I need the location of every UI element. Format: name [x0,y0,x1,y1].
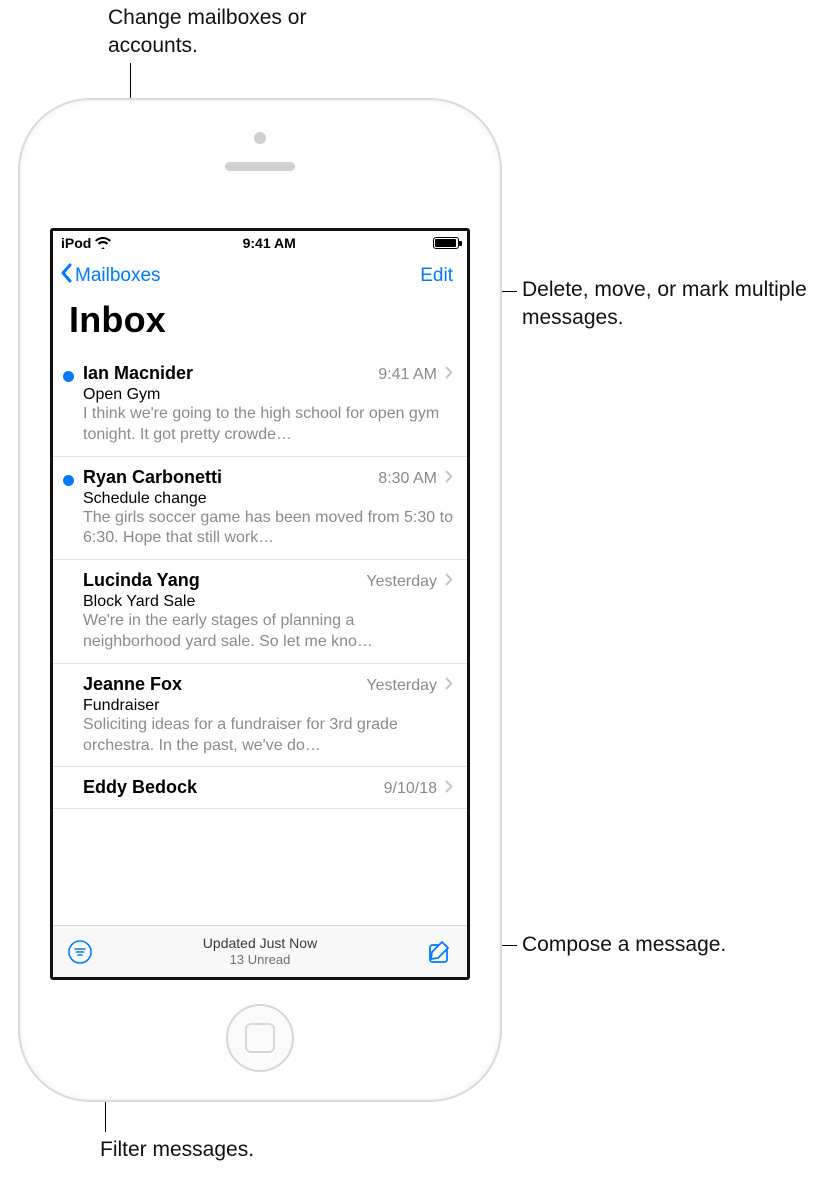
mail-item[interactable]: Lucinda Yang Yesterday Block Yard SaleWe'r… [53,560,467,664]
mail-item[interactable]: Ryan Carbonetti 8:30 AM Schedule changeThe… [53,457,467,561]
mail-item[interactable]: Ian Macnider 9:41 AM Open GymI think we're… [53,353,467,457]
compose-button[interactable] [427,939,453,965]
mail-meta: 8:30 AM [378,470,453,488]
mail-meta: Yesterday [366,677,453,695]
mail-sender: Jeanne Fox [83,674,182,695]
mail-meta: 9:41 AM [378,366,453,384]
ipod-device: iPod 9:41 AM Mailboxes Edit Inbox Ian [20,100,500,1100]
mail-subject: Schedule change [83,490,453,508]
toolbar-status: Updated Just Now 13 Unread [203,935,317,969]
unread-dot-icon [63,371,74,382]
status-bar: iPod 9:41 AM [53,231,467,255]
mailboxes-back-button[interactable]: Mailboxes [59,263,161,289]
chevron-right-icon [445,470,453,488]
mail-item[interactable]: Eddy Bedock 9/10/18 [53,767,467,809]
speaker-grille [225,162,295,171]
mail-time: 8:30 AM [378,470,437,488]
mail-list[interactable]: Ian Macnider 9:41 AM Open GymI think we're… [53,353,467,925]
filter-button[interactable] [67,939,93,965]
mail-subject: Open Gym [83,386,453,404]
mail-preview: I think we're going to the high school f… [83,404,453,446]
chevron-left-icon [59,263,73,289]
callout-filter: Filter messages. [100,1136,254,1164]
nav-bar: Mailboxes Edit [53,255,467,293]
chevron-right-icon [445,366,453,384]
mail-header-row: Ian Macnider 9:41 AM [83,363,453,384]
callout-compose: Compose a message. [522,931,726,959]
mail-header-row: Eddy Bedock 9/10/18 [83,777,453,798]
screen: iPod 9:41 AM Mailboxes Edit Inbox Ian [50,228,470,980]
chevron-right-icon [445,573,453,591]
mail-time: 9/10/18 [384,780,437,798]
page-title: Inbox [53,293,467,353]
chevron-right-icon [445,677,453,695]
mail-sender: Lucinda Yang [83,570,200,591]
mail-meta: Yesterday [366,573,453,591]
unread-count: 13 Unread [203,952,317,968]
clock: 9:41 AM [243,235,296,251]
front-camera [254,132,266,144]
mail-preview: The girls soccer game has been moved fro… [83,508,453,550]
mail-item[interactable]: Jeanne Fox Yesterday FundraiserSoliciting … [53,664,467,768]
mail-preview: Soliciting ideas for a fundraiser for 3r… [83,715,453,757]
unread-dot-icon [63,475,74,486]
callout-edit: Delete, move, or mark multiple messages. [522,276,812,333]
mail-sender: Eddy Bedock [83,777,197,798]
toolbar: Updated Just Now 13 Unread [53,925,467,977]
mail-sender: Ryan Carbonetti [83,467,222,488]
carrier-label: iPod [61,235,91,251]
mail-subject: Block Yard Sale [83,593,453,611]
mail-header-row: Jeanne Fox Yesterday [83,674,453,695]
callout-mailboxes: Change mailboxes or accounts. [108,4,318,61]
updated-label: Updated Just Now [203,935,317,953]
mail-subject: Fundraiser [83,697,453,715]
mail-header-row: Ryan Carbonetti 8:30 AM [83,467,453,488]
mail-header-row: Lucinda Yang Yesterday [83,570,453,591]
edit-button[interactable]: Edit [420,265,453,287]
home-button[interactable] [226,1004,294,1072]
mail-meta: 9/10/18 [384,780,453,798]
battery-icon [433,237,459,249]
chevron-right-icon [445,780,453,798]
wifi-icon [95,237,111,249]
back-label: Mailboxes [75,265,161,287]
mail-preview: We're in the early stages of planning a … [83,611,453,653]
mail-time: 9:41 AM [378,366,437,384]
mail-time: Yesterday [366,573,437,591]
mail-time: Yesterday [366,677,437,695]
mail-sender: Ian Macnider [83,363,193,384]
